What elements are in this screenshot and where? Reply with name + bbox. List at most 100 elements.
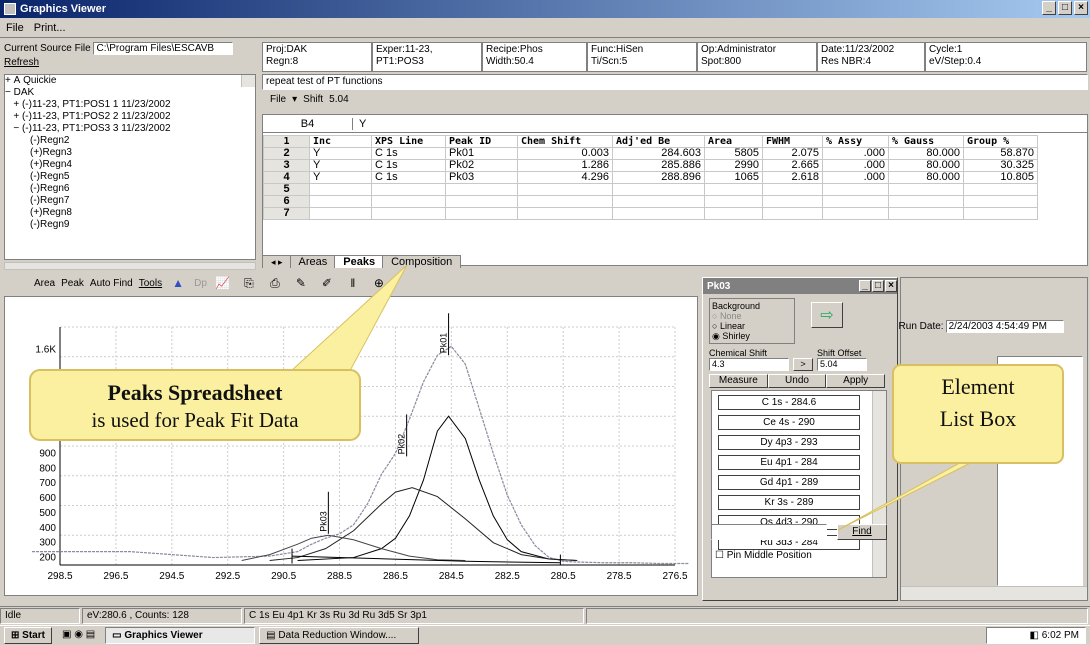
table-cell[interactable] [445,195,518,208]
bg-linear-radio[interactable]: ○ Linear [712,321,792,331]
column-header[interactable]: % Assy [822,135,889,148]
column-header[interactable]: Inc [309,135,372,148]
area-button[interactable]: Area [34,278,55,289]
table-cell[interactable] [309,207,372,220]
table-cell[interactable] [963,207,1038,220]
table-cell[interactable]: 1.286 [517,159,613,172]
table-cell[interactable]: 80.000 [888,159,964,172]
chem-shift-input[interactable]: 4.3 [709,358,789,371]
peaks-spreadsheet[interactable]: B4 Y 1 Inc XPS Line Peak ID Chem Shift Adj'ed… [262,114,1088,266]
table-cell[interactable]: Pk01 [445,147,518,160]
table-cell[interactable] [822,183,889,196]
element-list-item[interactable]: Kr 3s - 289 [718,495,860,510]
source-path-field[interactable]: C:\Program Files\ESCAVB [93,42,234,55]
minimize-button[interactable]: _ [1042,1,1056,15]
table-cell[interactable] [704,183,763,196]
tab-areas[interactable]: Areas [289,255,337,268]
task-data-reduction[interactable]: ▤ Data Reduction Window.... [259,627,420,644]
table-cell[interactable]: Y [309,147,372,160]
bg-shirley-radio[interactable]: ◉ Shirley [712,331,792,342]
run-date-field[interactable]: 2/24/2003 4:54:49 PM [945,320,1064,333]
table-cell[interactable] [888,207,964,220]
right-hscrollbar[interactable] [901,586,1087,600]
row-number[interactable]: 2 [263,147,310,160]
tree-item[interactable]: + A Quickie [5,75,255,87]
table-cell[interactable] [704,207,763,220]
table-cell[interactable]: C 1s [371,159,446,172]
table-cell[interactable] [963,183,1038,196]
column-header[interactable]: XPS Line [371,135,446,148]
table-cell[interactable]: Y [309,159,372,172]
row-number[interactable]: 1 [263,135,310,148]
tab-composition[interactable]: Composition [382,255,462,268]
table-cell[interactable]: 288.896 [612,171,705,184]
table-cell[interactable]: 5805 [704,147,763,160]
shift-arrow-button[interactable]: > [793,358,813,371]
tree-item[interactable]: − DAK [5,87,255,99]
table-cell[interactable] [445,183,518,196]
column-header[interactable]: Peak ID [445,135,518,148]
chevron-down-icon[interactable]: ▾ [292,94,297,105]
pin-middle-checkbox[interactable]: ☐ Pin Middle Position [715,550,812,561]
pencil-icon[interactable]: ✐ [317,274,337,292]
table-cell[interactable] [704,195,763,208]
table-cell[interactable] [371,195,446,208]
table-cell[interactable] [963,195,1038,208]
refresh-button[interactable]: Refresh [4,57,39,68]
tree-item[interactable]: + (-)11-23, PT1:POS1 1 11/23/2002 [5,99,255,111]
quicklaunch-icons[interactable]: ▣ ◉ ▤ [56,627,101,644]
table-cell[interactable]: 285.886 [612,159,705,172]
column-header[interactable]: Chem Shift [517,135,613,148]
table-cell[interactable]: C 1s [371,147,446,160]
table-cell[interactable] [612,183,705,196]
table-cell[interactable] [762,207,823,220]
chart-icon[interactable]: 📈 [213,274,233,292]
apply-button[interactable]: Apply [826,374,886,388]
table-cell[interactable]: Y [309,171,372,184]
table-cell[interactable]: 2990 [704,159,763,172]
tree-item[interactable]: (-)Regn7 [5,195,255,207]
copy-icon[interactable]: ⎘ [239,274,259,292]
table-cell[interactable]: C 1s [371,171,446,184]
cell-value-input[interactable]: Y [353,118,366,130]
table-cell[interactable]: 10.805 [963,171,1038,184]
table-cell[interactable]: .000 [822,159,889,172]
column-header[interactable]: FWHM [762,135,823,148]
tree-scrollbar[interactable] [241,75,255,87]
spectrum-chart[interactable]: 298.5 296.5 294.5 292.5 290.5 288.5 286.5 284.5… [4,296,698,596]
tree-item[interactable]: (-)Regn5 [5,171,255,183]
dialog-minimize-button[interactable]: _ [859,280,871,292]
tab-peaks[interactable]: Peaks [334,255,385,268]
zoom-icon[interactable]: ⊕ [369,274,389,292]
dialog-maximize-button[interactable]: □ [872,280,884,292]
print-icon[interactable]: ⎙ [265,274,285,292]
measure-button[interactable]: Measure [709,374,768,388]
table-cell[interactable] [309,195,372,208]
sheet-file-menu[interactable]: File [270,94,286,105]
table-cell[interactable]: 284.603 [612,147,705,160]
table-cell[interactable] [445,207,518,220]
table-cell[interactable]: 2.665 [762,159,823,172]
tree-item[interactable]: (+)Regn8 [5,207,255,219]
table-cell[interactable] [762,183,823,196]
column-header[interactable]: Group % [963,135,1038,148]
find-button[interactable]: Find [837,524,887,540]
table-cell[interactable]: 2.618 [762,171,823,184]
find-input[interactable] [711,524,827,540]
row-number[interactable]: 7 [263,207,310,220]
element-list-item[interactable]: Ce 4s - 290 [718,415,860,430]
bars-icon[interactable]: ‖ [343,274,363,292]
column-header[interactable]: % Gauss [888,135,964,148]
tools-button[interactable]: Tools [139,278,162,289]
table-cell[interactable] [517,195,613,208]
table-cell[interactable] [612,207,705,220]
element-list-scrollbar[interactable] [872,391,886,577]
dialog-close-button[interactable]: × [885,280,897,292]
undo-button[interactable]: Undo [767,374,827,388]
table-cell[interactable]: 4.296 [517,171,613,184]
dp-button[interactable]: Dp [194,278,207,289]
triangle-icon[interactable]: ▲ [168,274,188,292]
table-cell[interactable] [762,195,823,208]
tree-hscrollbar[interactable] [4,262,256,270]
shift-offset-input[interactable]: 5.04 [817,358,867,371]
